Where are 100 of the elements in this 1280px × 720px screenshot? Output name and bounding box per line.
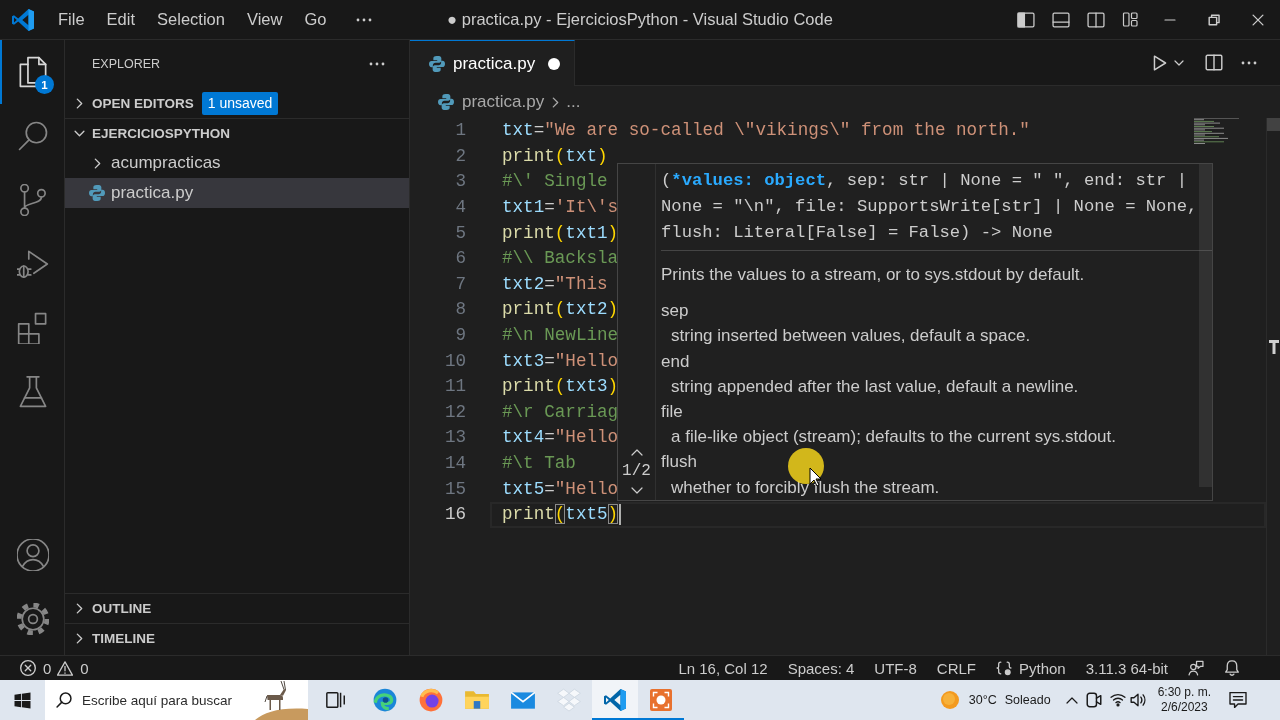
param-name: flush bbox=[661, 451, 697, 474]
code-line: txt4="Hello bbox=[502, 427, 619, 449]
status-item[interactable]: 3.11.3 64-bit bbox=[1075, 656, 1178, 680]
menu-item[interactable]: Go bbox=[293, 4, 338, 35]
line-number: 3 bbox=[455, 171, 466, 193]
code-line: print(txt1) bbox=[502, 222, 619, 244]
bell-icon[interactable] bbox=[1224, 660, 1240, 676]
open-boxes-icon bbox=[556, 687, 582, 713]
person-chat-icon[interactable] bbox=[1188, 660, 1204, 676]
layout-icon[interactable] bbox=[1122, 12, 1139, 27]
param-name: file bbox=[661, 401, 683, 423]
more-icon[interactable] bbox=[369, 62, 385, 66]
line-number: 9 bbox=[455, 325, 466, 347]
breadcrumb-item[interactable]: practica.py bbox=[438, 92, 545, 112]
account-icon bbox=[17, 539, 49, 571]
caret-icon[interactable] bbox=[1174, 59, 1184, 66]
split-editor-icon[interactable] bbox=[1205, 54, 1223, 71]
code-line: #\r Carriag bbox=[502, 401, 619, 423]
warning-icon bbox=[57, 660, 74, 676]
close-icon[interactable] bbox=[1252, 13, 1264, 26]
windows-logo-icon[interactable] bbox=[14, 691, 31, 709]
chevron-right-icon[interactable] bbox=[75, 603, 83, 614]
chevron-down-icon[interactable] bbox=[630, 487, 643, 494]
status-item[interactable]: CRLF bbox=[926, 656, 986, 680]
menu-item[interactable]: File bbox=[47, 4, 96, 35]
right-panel-icon[interactable] bbox=[1086, 11, 1105, 28]
code-line: #\t Tab bbox=[502, 453, 576, 474]
braces-icon bbox=[996, 660, 1012, 676]
status-item[interactable]: UTF-8 bbox=[864, 656, 927, 680]
minimap[interactable] bbox=[1193, 118, 1242, 145]
activity-tab[interactable]: 1 bbox=[0, 40, 64, 104]
minimize-icon[interactable] bbox=[1164, 18, 1176, 21]
section-title[interactable]: OUTLINE bbox=[92, 601, 152, 616]
flask-icon bbox=[17, 376, 49, 408]
status-item[interactable]: Spaces: 4 bbox=[777, 656, 865, 680]
camera-icon[interactable] bbox=[1085, 692, 1102, 708]
text-cursor bbox=[619, 504, 622, 526]
param-description: whether to forcibly flush the stream. bbox=[671, 476, 940, 499]
sidebar-title: EXPLORER bbox=[92, 57, 161, 71]
tree-item[interactable]: practica.py bbox=[65, 178, 409, 208]
line-number: 14 bbox=[444, 453, 466, 474]
breadcrumb-more[interactable]: ... bbox=[566, 92, 581, 112]
scrollbar-thumb[interactable] bbox=[1267, 118, 1280, 131]
browser-globe-icon bbox=[418, 687, 444, 713]
code-line: #\n NewLine bbox=[502, 325, 619, 347]
error-icon bbox=[20, 660, 36, 676]
bottom-panel-icon[interactable] bbox=[1051, 11, 1070, 28]
chevron-right-icon[interactable] bbox=[75, 633, 83, 644]
section-title[interactable]: TIMELINE bbox=[92, 631, 155, 646]
files-icon bbox=[17, 56, 49, 88]
task-view-icon bbox=[325, 689, 347, 711]
line-number: 16 bbox=[444, 504, 466, 526]
code-line: txt3="Hello bbox=[502, 350, 619, 372]
restore-icon[interactable] bbox=[1208, 13, 1220, 26]
clock-date[interactable]: 2/6/2023 bbox=[1160, 700, 1208, 715]
volume-icon[interactable] bbox=[1129, 693, 1146, 707]
line-number: 15 bbox=[444, 478, 466, 500]
line-number: 4 bbox=[455, 197, 466, 219]
scrollbar-thumb[interactable] bbox=[1199, 164, 1212, 487]
section-title[interactable]: EJERCICIOSPYTHON bbox=[92, 126, 231, 141]
code-line: print(txt) bbox=[502, 145, 608, 167]
more-icon[interactable] bbox=[356, 17, 373, 22]
line-number: 5 bbox=[455, 222, 466, 244]
menu-item[interactable]: Selection bbox=[146, 4, 236, 35]
chevron-right-icon[interactable] bbox=[93, 157, 101, 169]
line-number: 11 bbox=[444, 376, 466, 398]
code-line: #\' Single bbox=[502, 171, 608, 193]
search-icon bbox=[56, 692, 72, 708]
wifi-icon[interactable] bbox=[1109, 693, 1126, 707]
status-item[interactable]: Ln 16, Col 12 bbox=[668, 656, 778, 680]
line-number: 1 bbox=[455, 120, 466, 142]
tree-item[interactable]: acumpracticas bbox=[65, 148, 409, 178]
left-panel-icon[interactable] bbox=[1016, 11, 1035, 28]
warnings-button[interactable]: 0 bbox=[54, 656, 92, 680]
swirl-browser-icon bbox=[372, 687, 398, 713]
line-number: 13 bbox=[444, 427, 466, 449]
blocks-icon bbox=[17, 312, 49, 344]
code-line: #\\ Backsla bbox=[502, 248, 619, 270]
chevron-down-icon[interactable] bbox=[73, 130, 85, 137]
param-description: a file-like object (stream); defaults to the current sys.stdout. bbox=[671, 426, 1117, 449]
param-name: end bbox=[661, 350, 690, 373]
notifications-icon[interactable] bbox=[1229, 692, 1247, 708]
section-title[interactable]: OPEN EDITORS bbox=[92, 95, 194, 111]
overload-counter: 1/2 bbox=[622, 462, 651, 480]
window-title: ● practica.py - EjerciciosPython - Visual Studio Code bbox=[447, 10, 833, 29]
overview-ruler-mark bbox=[1269, 340, 1279, 354]
chevron-right-icon[interactable] bbox=[75, 97, 83, 109]
search-icon bbox=[17, 120, 49, 152]
signature-text: (*values: object, sep: str | None = " ", end: str | None = "\n", file: SupportsWrite[str] | None = None, flush: Literal[False] = False) -> None bbox=[661, 170, 1199, 244]
python-icon bbox=[438, 94, 454, 110]
editor-tab[interactable]: practica.py bbox=[410, 40, 575, 86]
errors-button[interactable]: 0 bbox=[17, 656, 55, 680]
run-icon[interactable] bbox=[1152, 54, 1168, 71]
settings-icon bbox=[17, 603, 49, 635]
menu-item[interactable]: View bbox=[235, 4, 294, 35]
more-icon[interactable] bbox=[1241, 60, 1257, 65]
clock-time[interactable]: 6:30 p. m. bbox=[1157, 685, 1211, 700]
language-button[interactable]: Python bbox=[986, 656, 1076, 680]
chevron-up-icon[interactable] bbox=[1065, 696, 1078, 704]
menu-item[interactable]: Edit bbox=[95, 4, 147, 35]
